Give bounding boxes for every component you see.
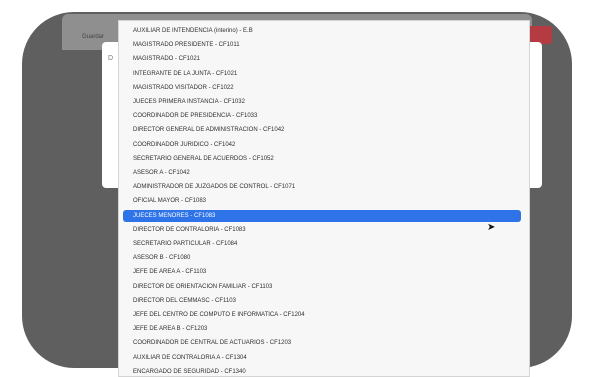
dropdown-option[interactable]: ASESOR A - CF1042 xyxy=(123,167,521,179)
dropdown-option[interactable]: JEFE DEL CENTRO DE COMPUTO E INFORMATICA… xyxy=(123,309,521,321)
dropdown-option[interactable]: DIRECTOR DEL CEMMASC - CF1103 xyxy=(123,295,521,307)
dropdown-option[interactable]: SECRETARIO PARTICULAR - CF1084 xyxy=(123,238,521,250)
dropdown-option[interactable]: MAGISTRADO PRESIDENTE - CF1011 xyxy=(123,39,521,51)
dropdown-option[interactable]: AUXILIAR DE INTENDENCIA (interino) - E.B xyxy=(123,25,521,37)
select-dropdown-list[interactable]: AUXILIAR DE INTENDENCIA (interino) - E.B… xyxy=(118,20,530,377)
dropdown-option[interactable]: DIRECTOR DE ORIENTACION FAMILIAR - CF110… xyxy=(123,281,521,293)
mouse-cursor-icon: ➤ xyxy=(487,222,496,233)
dropdown-option[interactable]: ASESOR B - CF1080 xyxy=(123,252,521,264)
dropdown-option[interactable]: COORDINADOR JURIDICO - CF1042 xyxy=(123,139,521,151)
dropdown-option[interactable]: ADMINISTRADOR DE JUZGADOS DE CONTROL - C… xyxy=(123,181,521,193)
dropdown-option[interactable]: OFICIAL MAYOR - CF1083 xyxy=(123,195,521,207)
dropdown-option[interactable]: MAGISTRADO VISITADOR - CF1022 xyxy=(123,82,521,94)
dropdown-option[interactable]: SECRETARIO GENERAL DE ACUERDOS - CF1052 xyxy=(123,153,521,165)
header-label: Guardar xyxy=(82,34,105,40)
dropdown-option[interactable]: DIRECTOR GENERAL DE ADMINISTRACION - CF1… xyxy=(123,124,521,136)
dropdown-option[interactable]: JEFE DE AREA A - CF1103 xyxy=(123,266,521,278)
dropdown-option[interactable]: MAGISTRADO - CF1021 xyxy=(123,53,521,65)
dropdown-option[interactable]: INTEGRANTE DE LA JUNTA - CF1021 xyxy=(123,68,521,80)
dropdown-option[interactable]: DIRECTOR DE CONTRALORIA - CF1083 xyxy=(123,224,521,236)
dropdown-option[interactable]: COORDINADOR DE PRESIDENCIA - CF1033 xyxy=(123,110,521,122)
dropdown-option[interactable]: JEFE DE AREA B - CF1203 xyxy=(123,323,521,335)
dropdown-option[interactable]: ENCARGADO DE SEGURIDAD - CF1340 xyxy=(123,366,521,376)
dropdown-option[interactable]: AUXILIAR DE CONTRALORIA A - CF1304 xyxy=(123,352,521,364)
dropdown-option[interactable]: JUECES PRIMERA INSTANCIA - CF1032 xyxy=(123,96,521,108)
dropdown-option[interactable]: COORDINADOR DE CENTRAL DE ACTUARIOS - CF… xyxy=(123,337,521,349)
dropdown-option-selected[interactable]: JUECES MENORES - CF1083 xyxy=(123,209,521,222)
modal-field-label: D xyxy=(108,55,114,62)
